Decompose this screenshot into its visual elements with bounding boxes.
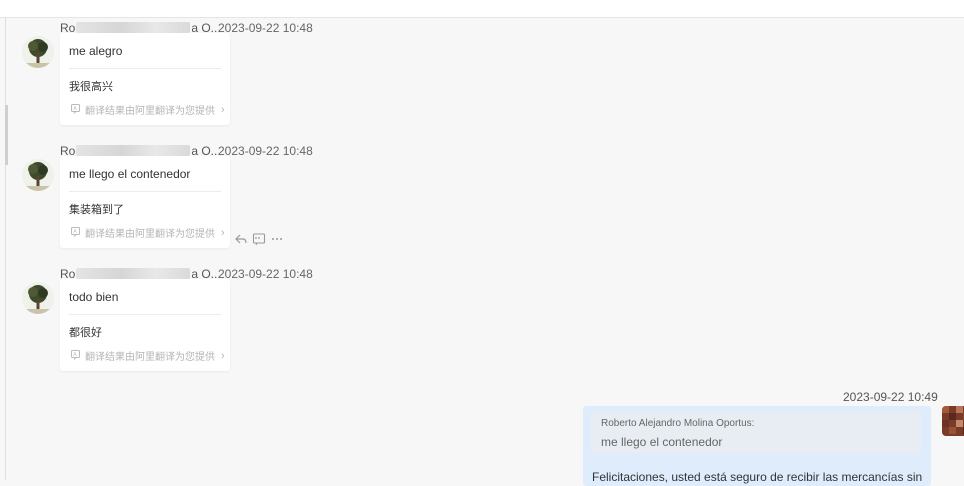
translation-credit-text: 翻译结果由阿里翻译为您提供 [85,352,215,363]
translated-text: 我很高兴 [69,81,113,93]
svg-text:A: A [73,106,77,112]
translation-credit-text: 翻译结果由阿里翻译为您提供 [85,106,215,117]
redacted-name-blur [76,268,191,279]
message-actions [234,232,284,246]
scrollbar-thumb[interactable] [5,105,8,165]
sender-avatar[interactable] [22,159,54,191]
left-border [5,17,6,480]
original-text: me llego el contenedor [69,167,191,181]
original-text: todo bien [69,290,119,304]
message-bubble[interactable]: todo bien 都很好 A 翻译结果由阿里翻译为您提供 › [60,279,230,371]
chevron-right-icon: › [221,349,225,362]
chevron-right-icon: › [221,103,225,116]
my-message-bubble[interactable]: Roberto Alejandro Molina Oportus: me lle… [583,406,931,486]
translation-credit[interactable]: A 翻译结果由阿里翻译为您提供 › [60,342,230,371]
svg-text:A: A [73,352,77,358]
sender-avatar[interactable] [22,282,54,314]
message-bubble[interactable]: me llego el contenedor 集装箱到了 A 翻译结果由阿里翻译… [60,156,230,248]
translate-icon: A [71,104,82,115]
original-text: me alegro [69,44,123,58]
redacted-name-blur [76,145,191,156]
translate-icon: A [71,350,82,361]
reply-icon[interactable] [234,232,248,246]
message-time: 2023-09-22 10:48 [218,267,313,281]
reply-time: 2023-09-22 10:49 [843,390,938,404]
sender-avatar[interactable] [22,36,54,68]
quoted-text: me llego el contenedor [601,435,723,449]
my-avatar[interactable] [942,406,964,436]
chevron-right-icon: › [221,226,225,239]
quoted-sender: Roberto Alejandro Molina Oportus: [601,418,755,429]
quote-icon[interactable] [252,232,266,246]
message-time: 2023-09-22 10:48 [218,21,313,35]
translated-text: 都很好 [69,327,102,339]
quoted-message[interactable]: Roberto Alejandro Molina Oportus: me lle… [591,412,921,453]
translation-credit[interactable]: A 翻译结果由阿里翻译为您提供 › [60,96,230,125]
translated-text: 集装箱到了 [69,204,124,216]
redacted-name-blur [76,22,191,33]
translation-credit[interactable]: A 翻译结果由阿里翻译为您提供 › [60,219,230,248]
top-toolbar [0,0,964,18]
more-icon[interactable] [270,232,284,246]
svg-text:A: A [73,229,77,235]
translate-icon: A [71,227,82,238]
translation-credit-text: 翻译结果由阿里翻译为您提供 [85,229,215,240]
reply-text: Felicitaciones, usted está seguro de rec… [592,470,923,484]
message-bubble[interactable]: me alegro 我很高兴 A 翻译结果由阿里翻译为您提供 › [60,33,230,125]
message-time: 2023-09-22 10:48 [218,144,313,158]
